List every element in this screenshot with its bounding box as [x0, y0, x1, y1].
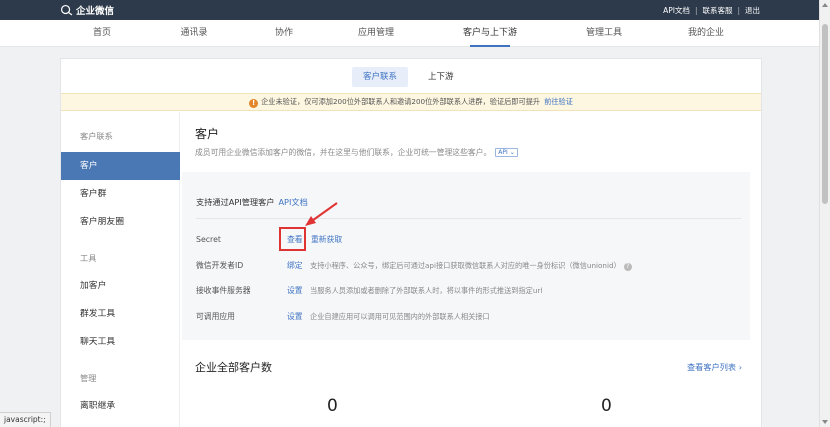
- callable-apps-label: 可调用应用: [196, 312, 235, 321]
- scroll-down-icon[interactable]: [822, 420, 828, 424]
- divider: [196, 218, 741, 219]
- browser-status-bar: javascript:;: [0, 412, 51, 427]
- bind-button[interactable]: 绑定: [287, 259, 303, 273]
- nav-item-collaboration[interactable]: 协作: [244, 20, 324, 47]
- nav-item-tools[interactable]: 管理工具: [564, 20, 644, 47]
- top-links: API文档 | 联系客服 | 退出: [663, 5, 760, 16]
- highlight-box: [279, 227, 306, 251]
- nav-item-customers[interactable]: 客户与上下游: [450, 20, 530, 47]
- logo-text: 企业微信: [76, 6, 115, 17]
- sidebar-group-customer-contact: 客户联系: [80, 131, 113, 141]
- warning-icon: !: [249, 99, 259, 108]
- sidebar-item-add-customer[interactable]: 加客户: [61, 272, 180, 300]
- description-text: 成员可用企业微信添加客户的微信，并在这里与他们联系，企业可统一管理这些客户。: [195, 148, 492, 157]
- page-title: 客户: [195, 127, 220, 141]
- api-badge[interactable]: API ⌄: [495, 148, 518, 157]
- annotation-arrow-icon: [305, 202, 338, 226]
- verification-notice: ! 企业未验证，仅可添加200位外部联系人和邀请200位外部联系人进群，验证后即可…: [61, 93, 761, 111]
- verify-link[interactable]: 前往验证: [544, 97, 573, 106]
- page-scrollbar[interactable]: [819, 0, 830, 427]
- event-server-info: 当服务人员添加或者删除了外部联系人时，将以事件的形式推送到指定url: [310, 286, 543, 295]
- secret-row: Secret 查看 重新获取: [196, 233, 741, 247]
- sidebar-item-chat-tools[interactable]: 聊天工具: [61, 328, 180, 356]
- wecom-logo-icon: [60, 4, 73, 16]
- notice-text: 企业未验证，仅可添加200位外部联系人和邀请200位外部联系人进群，验证后即可提…: [261, 97, 541, 106]
- wechat-dev-id-label: 微信开发者ID: [196, 261, 244, 270]
- help-icon[interactable]: ?: [623, 263, 632, 271]
- stat-value: 0: [601, 396, 612, 416]
- secret-label: Secret: [196, 235, 221, 244]
- event-server-label: 接收事件服务器: [196, 286, 251, 295]
- subtabs: 客户联系 上下游: [61, 59, 761, 92]
- logout-link[interactable]: 退出: [745, 5, 760, 16]
- card-heading: 支持通过API管理客户 API文档: [196, 196, 308, 208]
- wechat-dev-id-info: 支持小程序、公众号，绑定后可通过api接口获取微信联系人对应的唯一身份标识（微信…: [310, 259, 632, 273]
- divider: |: [737, 6, 740, 15]
- callable-apps-settings-button[interactable]: 设置: [287, 310, 303, 324]
- card-heading-text: 支持通过API管理客户: [196, 197, 275, 207]
- sidebar-item-mass-message[interactable]: 群发工具: [61, 300, 180, 328]
- sidebar-item-moments[interactable]: 客户朋友圈: [61, 208, 180, 236]
- total-customers-title: 企业全部客户数: [195, 361, 272, 374]
- api-badge-label: API: [498, 149, 508, 156]
- divider: |: [694, 6, 698, 15]
- view-customer-list-link[interactable]: 查看客户列表 ›: [687, 361, 742, 373]
- view-customer-list-label: 查看客户列表: [686, 362, 737, 372]
- wechat-dev-id-info-text: 支持小程序、公众号，绑定后可通过api接口获取微信联系人对应的唯一身份标识（微信…: [310, 261, 621, 270]
- top-bar: 企业微信 API文档 | 联系客服 | 退出: [0, 0, 830, 20]
- sidebar-item-resigned-inheritance[interactable]: 离职继承: [61, 392, 180, 420]
- api-settings-card: 支持通过API管理客户 API文档 Secret 查看 重新获取 微信开发者ID …: [182, 172, 750, 340]
- callable-apps-row: 可调用应用 设置 企业自建应用可以调用可见范围内的外部联系人相关接口: [196, 310, 741, 324]
- sidebar-group-management: 管理: [80, 373, 97, 383]
- content-panel: 客户联系 上下游 ! 企业未验证，仅可添加200位外部联系人和邀请200位外部联系…: [60, 58, 762, 427]
- api-docs-link[interactable]: API文档: [663, 5, 690, 16]
- nav-item-home[interactable]: 首页: [62, 20, 142, 47]
- event-server-row: 接收事件服务器 设置 当服务人员添加或者删除了外部联系人时，将以事件的形式推送到…: [196, 284, 741, 298]
- nav-item-apps[interactable]: 应用管理: [336, 20, 416, 47]
- tab-customer-contact[interactable]: 客户联系: [352, 67, 409, 87]
- nav-item-my-company[interactable]: 我的企业: [666, 20, 746, 47]
- nav-item-contacts[interactable]: 通讯录: [154, 20, 234, 47]
- sidebar-item-customer-groups[interactable]: 客户群: [61, 180, 180, 208]
- reacquire-secret-button[interactable]: 重新获取: [311, 233, 342, 247]
- logo[interactable]: 企业微信: [60, 3, 114, 17]
- contact-support-link[interactable]: 联系客服: [702, 5, 732, 16]
- sidebar: 客户联系 客户 客户群 客户朋友圈 工具 加客户 群发工具 聊天工具 管理 离职…: [61, 112, 180, 427]
- tab-upstream-downstream[interactable]: 上下游: [417, 67, 465, 87]
- main-nav: 首页 通讯录 协作 应用管理 客户与上下游 管理工具 我的企业: [0, 20, 830, 47]
- event-server-settings-button[interactable]: 设置: [287, 284, 303, 298]
- stat-value: 0: [327, 396, 338, 416]
- sidebar-item-customers[interactable]: 客户: [61, 152, 180, 180]
- callable-apps-info: 企业自建应用可以调用可见范围内的外部联系人相关接口: [310, 312, 490, 321]
- page-description: 成员可用企业微信添加客户的微信，并在这里与他们联系，企业可统一管理这些客户。 AP…: [195, 147, 518, 158]
- scroll-up-icon[interactable]: [822, 3, 828, 7]
- wechat-dev-id-row: 微信开发者ID 绑定 支持小程序、公众号，绑定后可通过api接口获取微信联系人对…: [196, 259, 741, 273]
- scroll-thumb[interactable]: [822, 24, 828, 204]
- sidebar-group-tools: 工具: [80, 253, 97, 263]
